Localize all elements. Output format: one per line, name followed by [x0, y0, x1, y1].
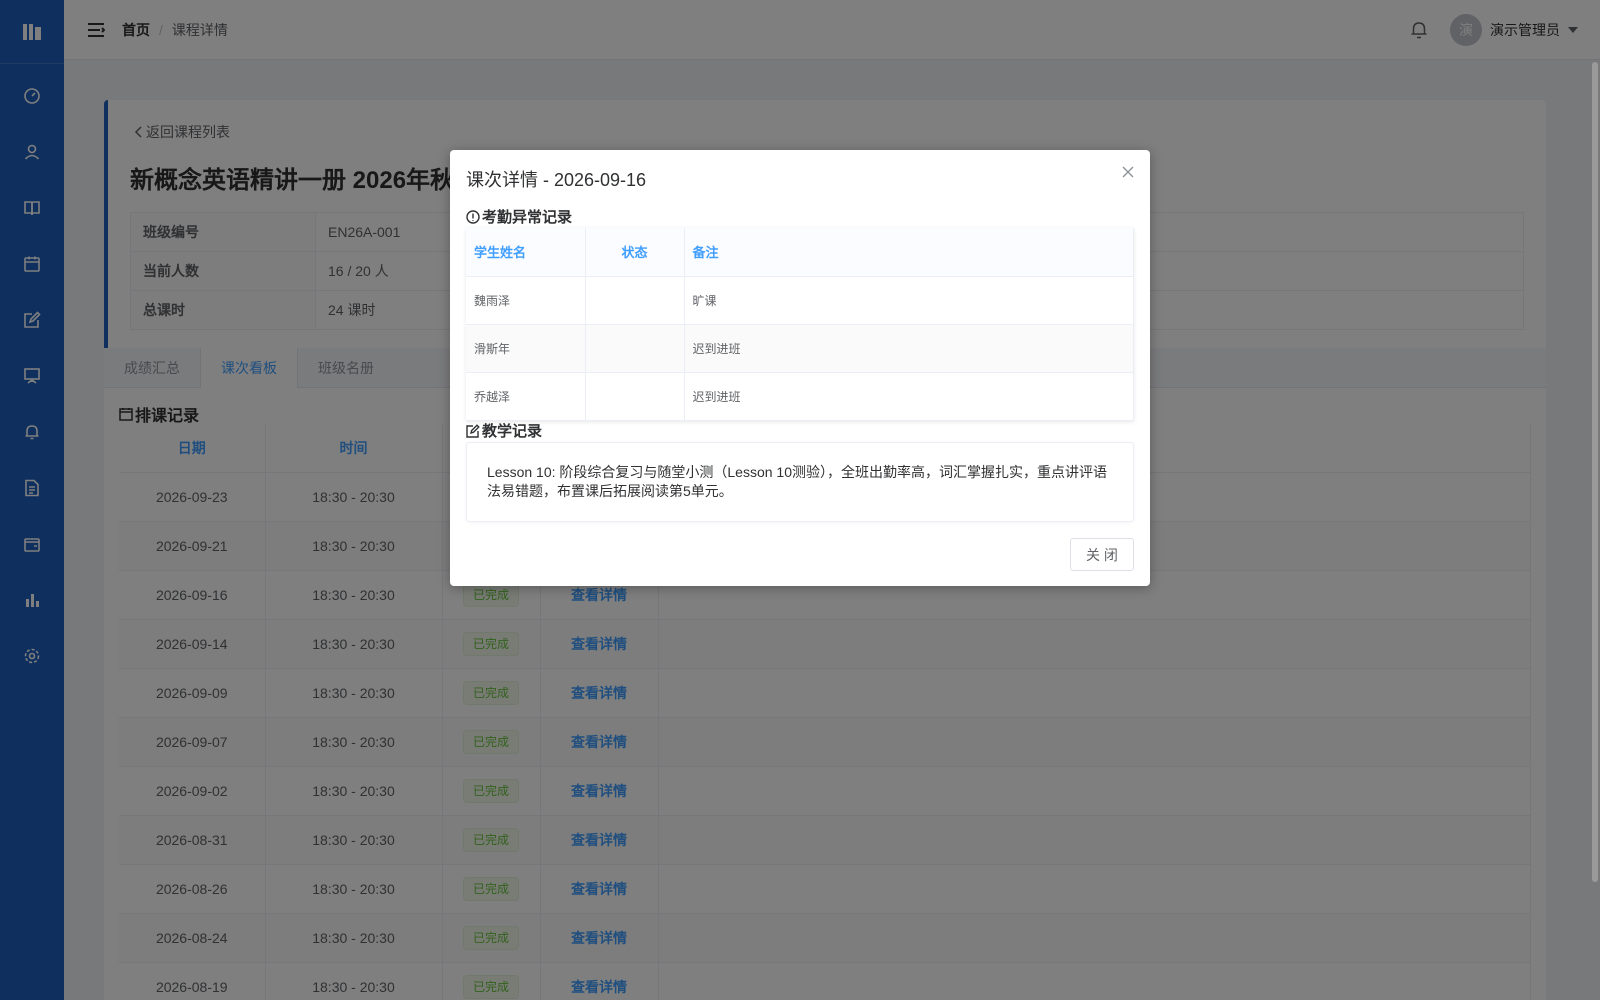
teaching-section-title: 教学记录	[466, 420, 542, 441]
attendance-note: 旷课	[684, 276, 1134, 325]
student-name: 滑斯年	[466, 324, 586, 373]
close-button[interactable]: 关 闭	[1070, 538, 1134, 571]
col-attendance-note: 备注	[684, 228, 1134, 277]
teaching-title-label: 教学记录	[482, 423, 543, 440]
attendance-table: 学生姓名 状态 备注 魏雨泽 旷课 滑斯年 迟到进班 乔越泽 迟到进班	[466, 228, 1134, 421]
attendance-title-label: 考勤异常记录	[482, 209, 573, 226]
page-scrollbar[interactable]	[1592, 62, 1598, 882]
attendance-note: 迟到进班	[684, 324, 1134, 373]
close-icon[interactable]	[1120, 164, 1136, 180]
attendance-section-title: 考勤异常记录	[466, 206, 572, 227]
col-student-name: 学生姓名	[466, 228, 586, 277]
student-name: 魏雨泽	[466, 276, 586, 325]
attendance-status	[585, 324, 685, 373]
col-attendance-status: 状态	[585, 228, 685, 277]
attendance-status	[585, 276, 685, 325]
student-name: 乔越泽	[466, 372, 586, 421]
info-icon	[466, 209, 480, 224]
dialog-title: 课次详情 - 2026-09-16	[466, 170, 647, 190]
teaching-notes: Lesson 10: 阶段综合复习与随堂小测（Lesson 10测验），全班出勤…	[466, 442, 1134, 522]
attendance-note: 迟到进班	[684, 372, 1134, 421]
attendance-status	[585, 372, 685, 421]
table-row: 滑斯年 迟到进班	[466, 324, 1134, 373]
table-row: 魏雨泽 旷课	[466, 276, 1134, 325]
edit-icon	[466, 423, 480, 438]
table-row: 乔越泽 迟到进班	[466, 372, 1134, 421]
session-detail-dialog: 课次详情 - 2026-09-16 考勤异常记录 学生姓名 状态 备注 魏雨泽 旷…	[450, 150, 1150, 586]
